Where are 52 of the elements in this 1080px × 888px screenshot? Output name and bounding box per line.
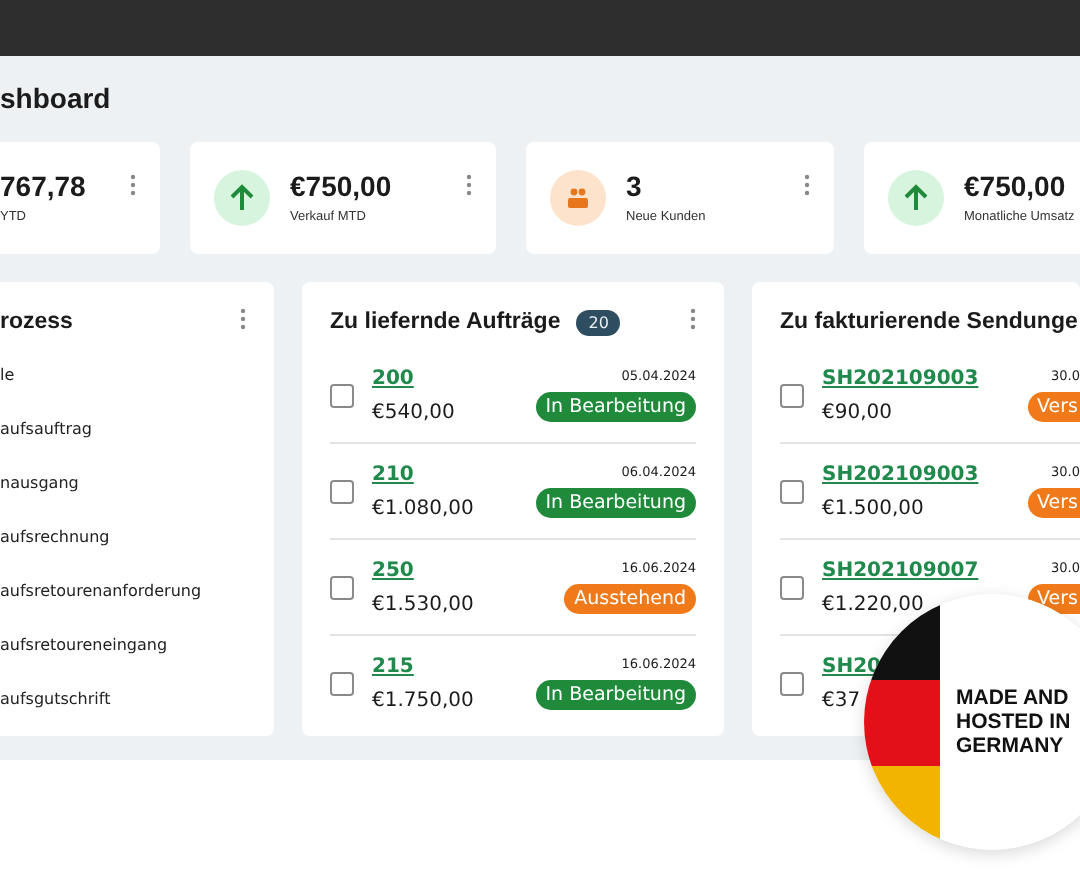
stat-value: €750,00 <box>290 172 394 202</box>
more-icon[interactable] <box>466 174 472 196</box>
order-link[interactable]: 210 <box>372 463 414 485</box>
panel-title: rozess <box>0 310 73 334</box>
amount: €1.080,00 <box>372 497 474 519</box>
stat-value: 767,78 <box>0 172 88 202</box>
process-item[interactable]: aufsrechnung <box>0 510 246 564</box>
checkbox[interactable] <box>330 671 354 695</box>
order-link[interactable]: 250 <box>372 559 414 581</box>
process-item[interactable]: nausgang <box>0 456 246 510</box>
process-item[interactable]: aufsauftrag <box>0 402 246 456</box>
more-icon[interactable] <box>130 174 136 196</box>
amount: €1.750,00 <box>372 689 474 711</box>
order-link[interactable]: SH202109007 <box>822 559 979 581</box>
status-badge: In Bearbeitung <box>535 488 696 518</box>
process-item[interactable]: aufsretoureneingang <box>0 618 246 672</box>
checkbox[interactable] <box>780 479 804 503</box>
amount: €1.530,00 <box>372 593 474 615</box>
panel-title: Zu fakturierende Sendunge <box>780 310 1078 334</box>
stat-value: €750,00 <box>964 172 1068 202</box>
status-badge: In Bearbeitung <box>535 680 696 710</box>
status-badge: Vers <box>1027 488 1080 518</box>
stat-value: 3 <box>626 172 644 202</box>
status-badge: Vers <box>1027 392 1080 422</box>
checkbox[interactable] <box>330 479 354 503</box>
process-item[interactable]: aufsretourenanforderung <box>0 564 246 618</box>
order-link[interactable]: SH202109003 <box>822 367 979 389</box>
people-icon <box>550 170 606 226</box>
seal-text: MADE AND HOSTED IN GERMANY <box>956 686 1071 758</box>
checkbox[interactable] <box>330 575 354 599</box>
count-badge: 20 <box>576 309 621 335</box>
more-icon[interactable] <box>804 174 810 196</box>
checkbox[interactable] <box>780 575 804 599</box>
status-badge: Ausstehend <box>564 584 696 614</box>
amount: €1.500,00 <box>822 497 924 519</box>
amount: €540,00 <box>372 401 455 423</box>
amount: €37 <box>822 689 861 711</box>
more-icon[interactable] <box>690 308 696 330</box>
order-link[interactable]: 200 <box>372 367 414 389</box>
panel-title: Zu liefernde Aufträge <box>330 310 561 334</box>
page-title: shboard <box>0 82 113 114</box>
more-icon[interactable] <box>240 308 246 330</box>
amount: €1.220,00 <box>822 593 924 615</box>
process-item[interactable]: aufsgutschrift <box>0 672 246 726</box>
order-link[interactable]: SH202109003 <box>822 463 979 485</box>
checkbox[interactable] <box>330 383 354 407</box>
checkbox[interactable] <box>780 671 804 695</box>
checkbox[interactable] <box>780 383 804 407</box>
status-badge: In Bearbeitung <box>535 392 696 422</box>
order-link[interactable]: 215 <box>372 655 414 677</box>
amount: €90,00 <box>822 401 892 423</box>
process-item[interactable]: le <box>0 348 246 402</box>
